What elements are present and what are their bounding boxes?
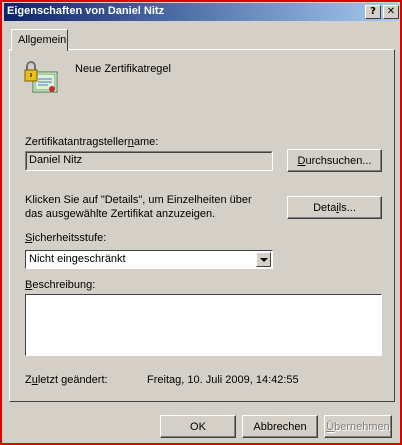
apply-button[interactable]: Übernehmen <box>324 415 392 438</box>
cancel-button[interactable]: Abbrechen <box>242 415 318 438</box>
chevron-down-icon[interactable] <box>256 252 271 267</box>
requester-label: Zertifikatantragstellername: <box>25 136 159 148</box>
last-modified-label: Zuletzt geändert: <box>25 374 108 386</box>
details-hint-line2: das ausgewählte Zertifikat anzuzeigen. <box>25 208 216 220</box>
security-level-label: Sicherheitsstufe: <box>25 232 107 244</box>
browse-button[interactable]: Durchsuchen... <box>287 149 382 172</box>
certificate-icon <box>24 61 58 93</box>
last-modified-value: Freitag, 10. Juli 2009, 14:42:55 <box>147 374 299 386</box>
details-hint-line1: Klicken Sie auf "Details", um Einzelheit… <box>25 194 252 206</box>
rule-heading: Neue Zertifikatregel <box>75 63 171 75</box>
security-level-value: Nicht eingeschränkt <box>29 253 126 265</box>
requester-field[interactable]: Daniel Nitz <box>25 151 273 171</box>
requester-value: Daniel Nitz <box>29 154 83 166</box>
close-button[interactable]: ✕ <box>383 5 399 19</box>
title-bar[interactable]: Eigenschaften von Daniel Nitz ? ✕ <box>4 3 399 21</box>
tab-general[interactable]: Allgemein <box>11 29 68 51</box>
tab-general-label: Allgemein <box>18 34 67 46</box>
security-level-select[interactable]: Nicht eingeschränkt <box>25 250 273 269</box>
help-button[interactable]: ? <box>365 5 381 19</box>
description-field[interactable] <box>25 294 382 356</box>
details-button[interactable]: Details... <box>287 196 382 219</box>
properties-dialog: Eigenschaften von Daniel Nitz ? ✕ Allgem… <box>0 0 402 445</box>
window-title: Eigenschaften von Daniel Nitz <box>7 5 165 17</box>
description-label: Beschreibung: <box>25 279 96 291</box>
ok-button[interactable]: OK <box>160 415 236 438</box>
